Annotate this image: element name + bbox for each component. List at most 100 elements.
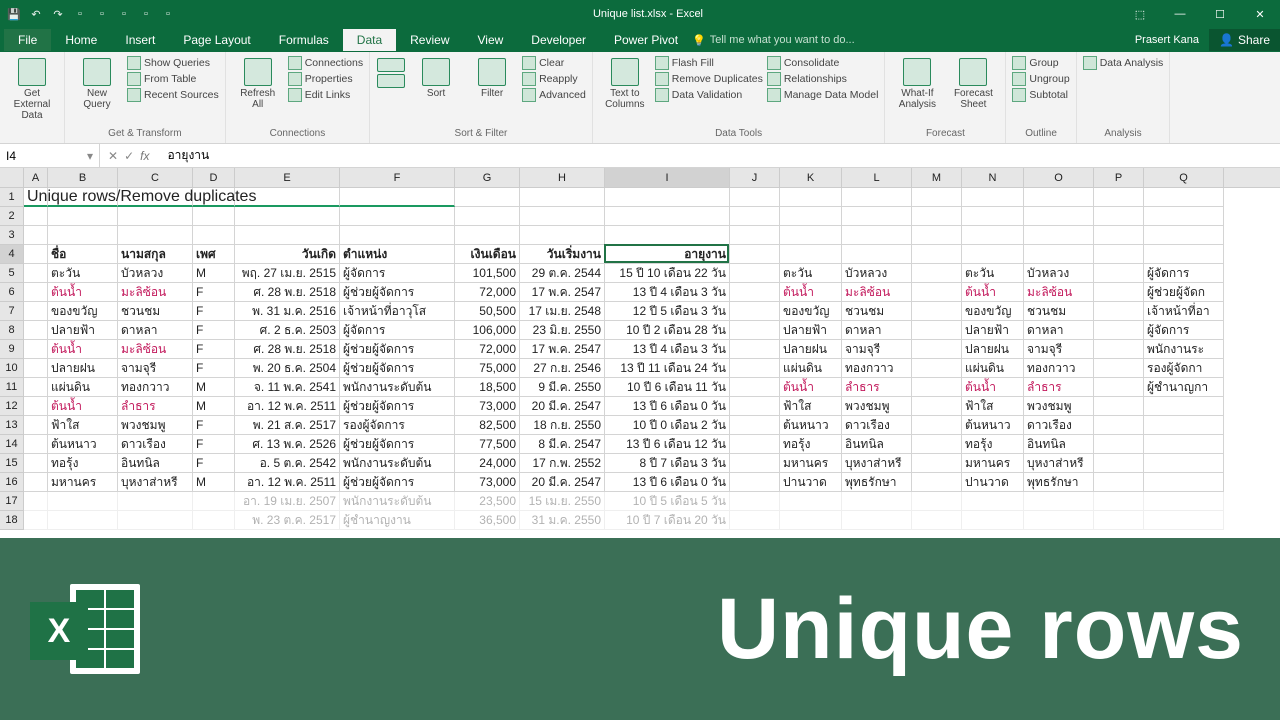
- cell[interactable]: ฟ้าใส: [48, 416, 118, 435]
- cell[interactable]: M: [193, 378, 235, 397]
- cell[interactable]: 13 ปี 11 เดือน 24 วัน: [605, 359, 730, 378]
- cell[interactable]: F: [193, 454, 235, 473]
- cell[interactable]: [1024, 226, 1094, 245]
- cell[interactable]: ชวนชม: [842, 302, 912, 321]
- cell[interactable]: [1094, 378, 1144, 397]
- cell[interactable]: [1144, 435, 1224, 454]
- cell[interactable]: [340, 207, 455, 226]
- cell[interactable]: 72,000: [455, 340, 520, 359]
- cell[interactable]: [780, 511, 842, 530]
- cell[interactable]: 10 ปี 7 เดือน 20 วัน: [605, 511, 730, 530]
- remove-duplicates-button[interactable]: Remove Duplicates: [655, 72, 763, 86]
- cell[interactable]: [780, 492, 842, 511]
- cell[interactable]: พนักงานระดับต้น: [340, 454, 455, 473]
- undo-icon[interactable]: ↶: [28, 6, 44, 22]
- cell[interactable]: 8 มี.ค. 2547: [520, 435, 605, 454]
- cell[interactable]: ของขวัญ: [48, 302, 118, 321]
- row-header[interactable]: 4: [0, 245, 24, 264]
- cell[interactable]: [24, 378, 48, 397]
- cell[interactable]: จ. 11 พ.ค. 2541: [235, 378, 340, 397]
- cell[interactable]: ศ. 28 พ.ย. 2518: [235, 340, 340, 359]
- cell[interactable]: พ. 23 ต.ค. 2517: [235, 511, 340, 530]
- cell[interactable]: [1144, 511, 1224, 530]
- row-header[interactable]: 11: [0, 378, 24, 397]
- sort-az-button[interactable]: [376, 56, 406, 90]
- cell[interactable]: [605, 207, 730, 226]
- cell[interactable]: [730, 245, 780, 264]
- cell[interactable]: [912, 226, 962, 245]
- cell[interactable]: ฟ้าใส: [962, 397, 1024, 416]
- cell[interactable]: เพศ: [193, 245, 235, 264]
- consolidate-button[interactable]: Consolidate: [767, 56, 879, 70]
- cell[interactable]: [1094, 454, 1144, 473]
- cell[interactable]: 13 ปี 4 เดือน 3 วัน: [605, 283, 730, 302]
- column-header[interactable]: I: [605, 168, 730, 187]
- row-header[interactable]: 13: [0, 416, 24, 435]
- column-header[interactable]: G: [455, 168, 520, 187]
- cell[interactable]: ผู้ชำนาญกา: [1144, 378, 1224, 397]
- cell[interactable]: [730, 207, 780, 226]
- cell[interactable]: บัวหลวง: [1024, 264, 1094, 283]
- cell[interactable]: [24, 207, 48, 226]
- qat-icon[interactable]: ▫: [116, 6, 132, 22]
- cancel-icon[interactable]: ✕: [108, 149, 118, 163]
- cell[interactable]: เจ้าหน้าที่อา: [1144, 302, 1224, 321]
- cell[interactable]: 36,500: [455, 511, 520, 530]
- cell[interactable]: ผู้ช่วยผู้จัดการ: [340, 435, 455, 454]
- cell[interactable]: [1144, 473, 1224, 492]
- cell[interactable]: [1094, 473, 1144, 492]
- column-header[interactable]: N: [962, 168, 1024, 187]
- cell[interactable]: ผู้ช่วยผู้จัดการ: [340, 397, 455, 416]
- cell[interactable]: [912, 511, 962, 530]
- show-queries-button[interactable]: Show Queries: [127, 56, 219, 70]
- row-header[interactable]: 3: [0, 226, 24, 245]
- cell[interactable]: ปานวาด: [780, 473, 842, 492]
- clear-button[interactable]: Clear: [522, 56, 586, 70]
- cell[interactable]: [118, 492, 193, 511]
- cell[interactable]: 29 ต.ค. 2544: [520, 264, 605, 283]
- row-header[interactable]: 14: [0, 435, 24, 454]
- cell[interactable]: อา. 12 พ.ค. 2511: [235, 397, 340, 416]
- cell[interactable]: M: [193, 473, 235, 492]
- what-if-button[interactable]: What-If Analysis: [891, 56, 943, 112]
- column-header[interactable]: M: [912, 168, 962, 187]
- cell[interactable]: [520, 226, 605, 245]
- cell[interactable]: [780, 188, 842, 207]
- cell[interactable]: [1024, 245, 1094, 264]
- cell[interactable]: แผ่นดิน: [962, 359, 1024, 378]
- cell[interactable]: ทอรุ้ง: [48, 454, 118, 473]
- cell[interactable]: 12 ปี 5 เดือน 3 วัน: [605, 302, 730, 321]
- cell[interactable]: [842, 245, 912, 264]
- tab-review[interactable]: Review: [396, 29, 463, 51]
- cell[interactable]: [1094, 245, 1144, 264]
- cell[interactable]: [340, 226, 455, 245]
- cell[interactable]: [1024, 511, 1094, 530]
- cell[interactable]: เจ้าหน้าที่อาวุโส: [340, 302, 455, 321]
- cell[interactable]: [730, 454, 780, 473]
- cell[interactable]: อา. 19 เม.ย. 2507: [235, 492, 340, 511]
- cell[interactable]: [842, 188, 912, 207]
- cell[interactable]: 31 ม.ค. 2550: [520, 511, 605, 530]
- cell[interactable]: ผู้จัดการ: [340, 264, 455, 283]
- column-header[interactable]: P: [1094, 168, 1144, 187]
- cell[interactable]: ผู้จัดการ: [1144, 321, 1224, 340]
- cell[interactable]: พนักงานระ: [1144, 340, 1224, 359]
- cell[interactable]: [1144, 207, 1224, 226]
- cell[interactable]: [1094, 435, 1144, 454]
- cell[interactable]: ฟ้าใส: [780, 397, 842, 416]
- cell[interactable]: 13 ปี 6 เดือน 0 วัน: [605, 473, 730, 492]
- cell[interactable]: [962, 511, 1024, 530]
- cell[interactable]: แผ่นดิน: [48, 378, 118, 397]
- cell[interactable]: [24, 454, 48, 473]
- cell[interactable]: [24, 359, 48, 378]
- cell[interactable]: [520, 207, 605, 226]
- cell[interactable]: F: [193, 435, 235, 454]
- cell[interactable]: ดาวเรือง: [1024, 416, 1094, 435]
- cell[interactable]: [730, 435, 780, 454]
- cell[interactable]: [48, 207, 118, 226]
- cell[interactable]: พวงชมพู: [118, 416, 193, 435]
- cell[interactable]: มะลิซ้อน: [118, 340, 193, 359]
- cell[interactable]: [842, 226, 912, 245]
- cell[interactable]: M: [193, 397, 235, 416]
- refresh-all-button[interactable]: Refresh All: [232, 56, 284, 112]
